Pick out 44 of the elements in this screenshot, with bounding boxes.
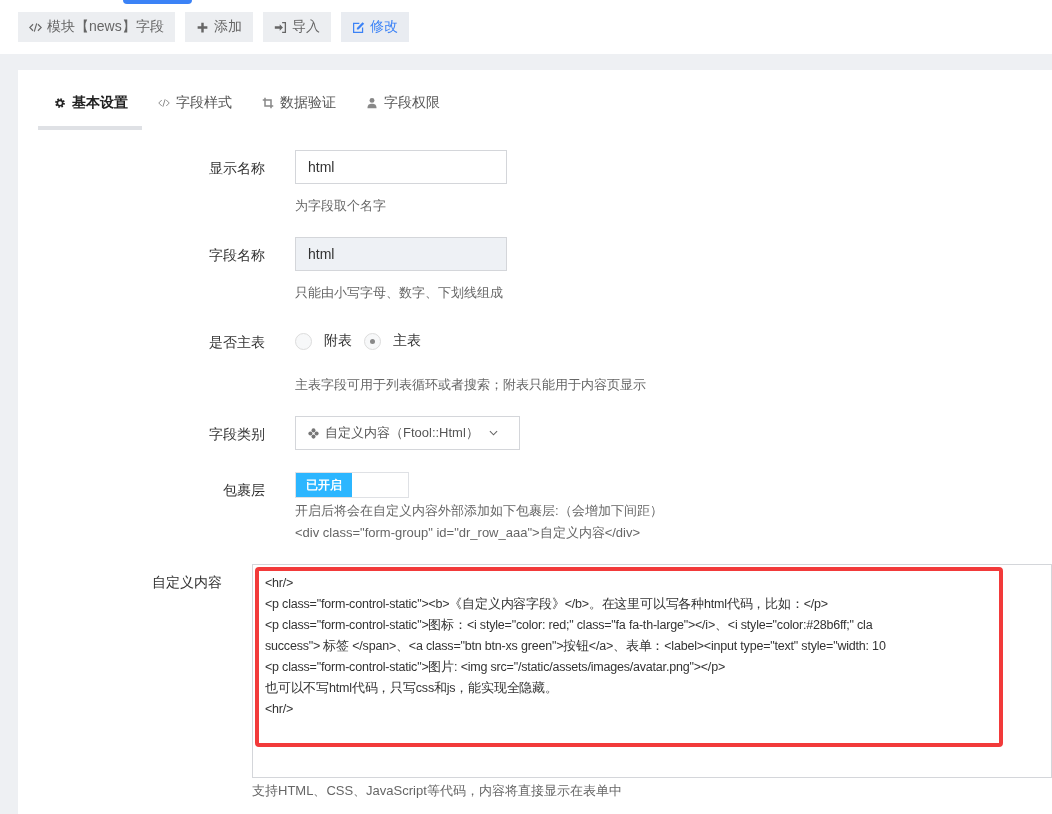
radio-label[interactable]: 主表: [393, 332, 421, 350]
tab[interactable]: 字段权限: [350, 94, 454, 130]
crop-icon: [262, 97, 274, 109]
type-dropdown[interactable]: 自定义内容（Ftool::Html）: [295, 416, 520, 450]
clover-icon: [308, 427, 319, 439]
tab[interactable]: 字段样式: [142, 94, 246, 130]
code-textarea[interactable]: [252, 564, 1052, 778]
code-icon: [29, 20, 42, 34]
field-label: 包裹层: [222, 481, 265, 500]
code-line: <hr/>: [265, 575, 295, 592]
code-line: <p class="form-control-static">图标：<i style="color: red;" class="fa fa-th-large"></i>、<i style="color:#28b6ff;" cla: [265, 617, 874, 634]
toolbar-button[interactable]: 导入: [262, 12, 331, 42]
field-label: 是否主表: [208, 333, 265, 352]
help-text: 主表字段可用于列表循环或者搜索；附表只能用于内容页显示: [295, 376, 646, 394]
field-label: 字段名称: [208, 246, 265, 265]
radio-button[interactable]: [364, 332, 381, 350]
field-label: 自定义内容: [151, 573, 222, 592]
plus-icon: [195, 20, 209, 34]
input-field[interactable]: html: [295, 150, 507, 184]
sign-in-icon: [273, 20, 287, 34]
code-line: <p class="form-control-static"><b>《自定义内容字段》</b>。在这里可以写各种html代码，比如：</p>: [265, 596, 829, 613]
code-line: <hr/>: [265, 701, 295, 718]
tab[interactable]: 数据验证: [246, 94, 350, 130]
code-icon: [158, 97, 170, 109]
toolbar-button[interactable]: 模块【news】字段: [18, 12, 175, 42]
tab[interactable]: 基本设置: [38, 94, 142, 130]
field-label: 显示名称: [208, 159, 265, 178]
help-text: 开启后将会在自定义内容外部添加如下包裹层:（会增加下间距）: [295, 502, 663, 520]
edit-icon: [351, 20, 365, 34]
radio-label[interactable]: 附表: [324, 332, 352, 350]
gear-icon: [54, 97, 66, 109]
toolbar-button[interactable]: 添加: [184, 12, 253, 42]
help-text: 为字段取个名字: [295, 197, 387, 215]
help-text: <div class="form-group" id="dr_row_aaa">自定义内容</div>: [295, 524, 642, 542]
code-line: <p class="form-control-static">图片: <img src="/static/assets/images/avatar.png"></p>: [265, 659, 726, 676]
code-line: 也可以不写html代码，只写css和js，能实现全隐藏。: [265, 680, 559, 697]
radio-button[interactable]: [295, 332, 312, 350]
help-text: 只能由小写字母、数字、下划线组成: [295, 284, 504, 302]
chevron-down-icon: [488, 430, 498, 436]
field-label: 字段类别: [208, 425, 265, 444]
code-line: success"> 标签 </span>、<a class="btn btn-xs green">按钮</a>、表单：<label><input type="text" style="width: 10: [265, 638, 887, 655]
help-text: 支持HTML、CSS、JavaScript等代码，内容将直接显示在表单中: [252, 782, 623, 800]
active-tab-edge: [123, 0, 192, 4]
user-icon: [366, 97, 378, 109]
